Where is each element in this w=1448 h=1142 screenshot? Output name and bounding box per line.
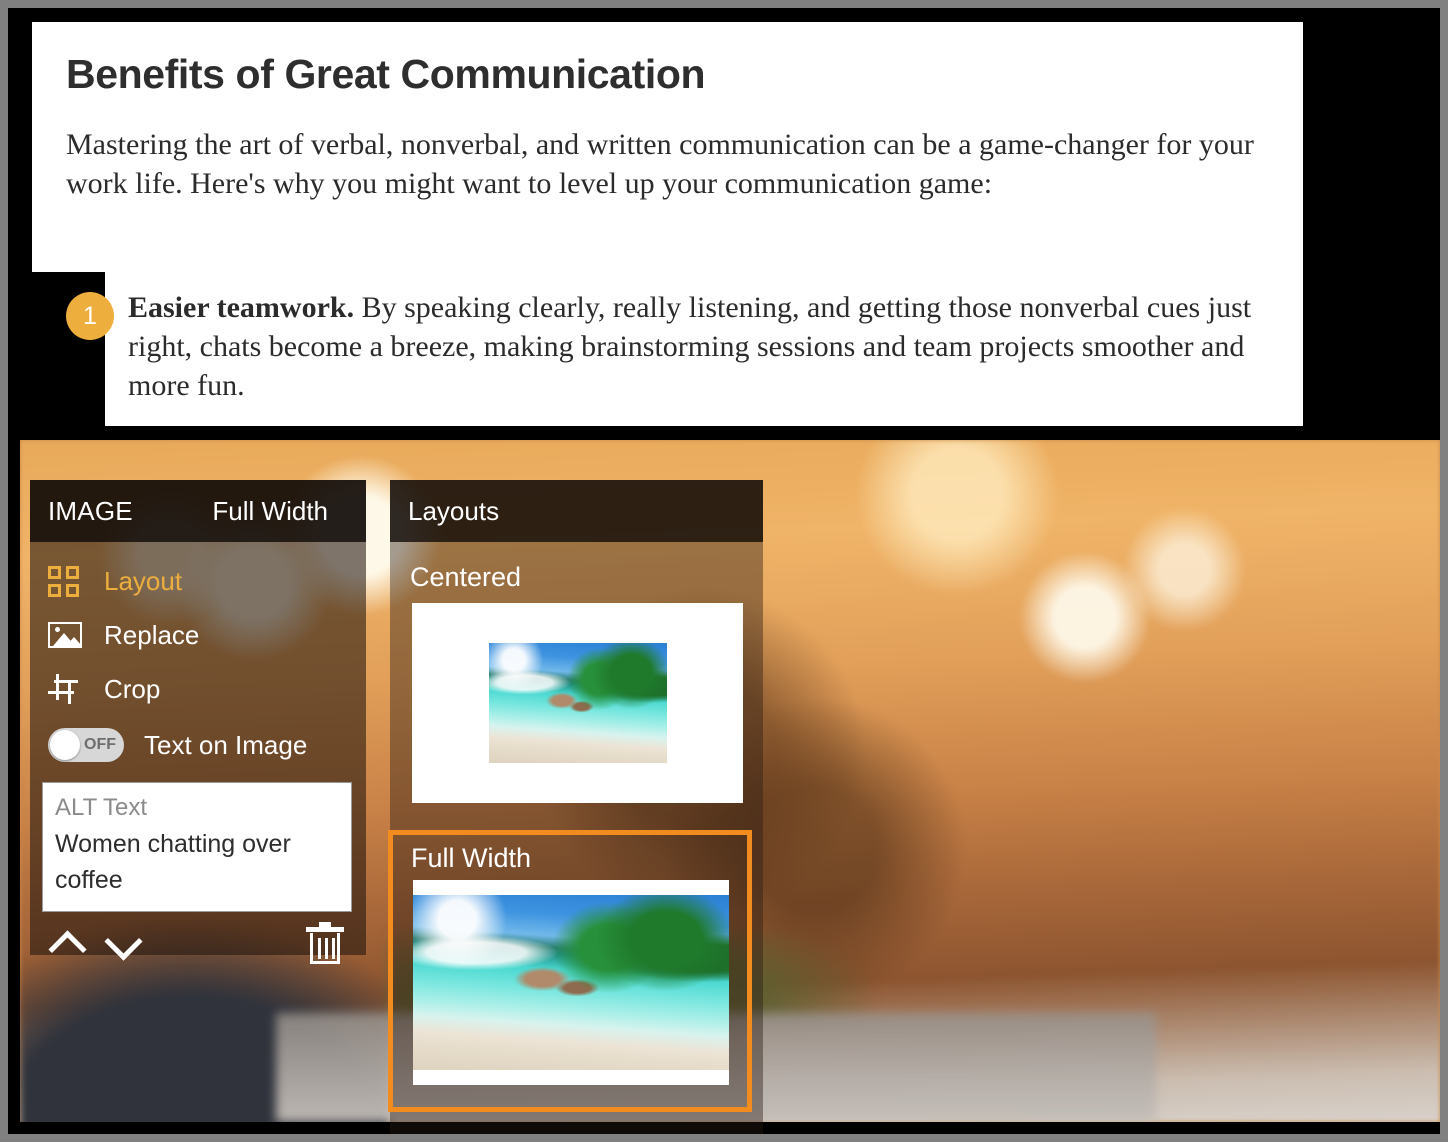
alt-text-value[interactable]: Women chatting over coffee: [55, 826, 339, 899]
layouts-panel-title: Layouts: [408, 495, 500, 526]
menu-item-layout[interactable]: Layout: [30, 554, 366, 608]
app-frame: Benefits of Great Communication Masterin…: [8, 8, 1440, 1134]
document-intro-paragraph: Mastering the art of verbal, nonverbal, …: [66, 128, 1254, 201]
alt-text-field[interactable]: ALT Text Women chatting over coffee: [42, 782, 352, 912]
menu-item-crop-label: Crop: [104, 673, 161, 704]
layout-option-centered[interactable]: Centered: [390, 542, 763, 803]
text-on-image-row[interactable]: OFF Text on Image: [30, 716, 366, 774]
text-on-image-label: Text on Image: [144, 729, 308, 760]
document-header-panel: Benefits of Great Communication Masterin…: [32, 22, 1303, 272]
beach-thumbnail: [488, 643, 667, 763]
list-item: Easier teamwork. By speaking clearly, re…: [128, 288, 1279, 405]
toggle-state-label: OFF: [84, 736, 116, 753]
document-list-panel: Easier teamwork. By speaking clearly, re…: [105, 272, 1303, 426]
menu-item-layout-label: Layout: [104, 565, 183, 596]
layout-option-centered-label: Centered: [410, 562, 522, 592]
crop-icon: [48, 674, 86, 704]
grid-icon: [48, 565, 86, 597]
move-down-chevron-icon[interactable]: [102, 926, 148, 960]
menu-item-crop[interactable]: Crop: [30, 662, 366, 716]
image-panel-menu: Layout Replace Crop OFF Text on Image AL…: [30, 542, 366, 974]
beach-thumbnail-full: [413, 895, 729, 1070]
image-panel-footer: [30, 912, 366, 974]
layout-preview-full-width: [413, 880, 729, 1085]
document-region: Benefits of Great Communication Masterin…: [8, 8, 1440, 440]
image-settings-panel: IMAGE Full Width Layout Replace Crop OFF…: [30, 480, 366, 964]
list-item-lead: Easier teamwork.: [128, 291, 355, 324]
list-number-badge: 1: [66, 292, 114, 340]
layout-option-full-width-label: Full Width: [411, 843, 532, 873]
image-icon: [48, 620, 86, 650]
layout-preview-centered: [412, 603, 743, 803]
trash-icon[interactable]: [306, 922, 344, 964]
alt-text-label: ALT Text: [55, 794, 148, 821]
move-up-chevron-icon[interactable]: [46, 926, 92, 960]
image-panel-header: IMAGE Full Width: [30, 480, 366, 542]
layouts-panel-header: Layouts: [390, 480, 763, 542]
page-title: Benefits of Great Communication: [66, 51, 706, 97]
text-on-image-toggle[interactable]: OFF: [48, 728, 124, 762]
image-panel-mode-value: Full Width: [212, 495, 328, 526]
toggle-knob: [50, 730, 80, 760]
menu-item-replace[interactable]: Replace: [30, 608, 366, 662]
person-right: [1085, 440, 1440, 1122]
layout-option-full-width[interactable]: Full Width: [388, 830, 752, 1112]
menu-item-replace-label: Replace: [104, 619, 200, 650]
image-panel-title: IMAGE: [48, 495, 133, 526]
